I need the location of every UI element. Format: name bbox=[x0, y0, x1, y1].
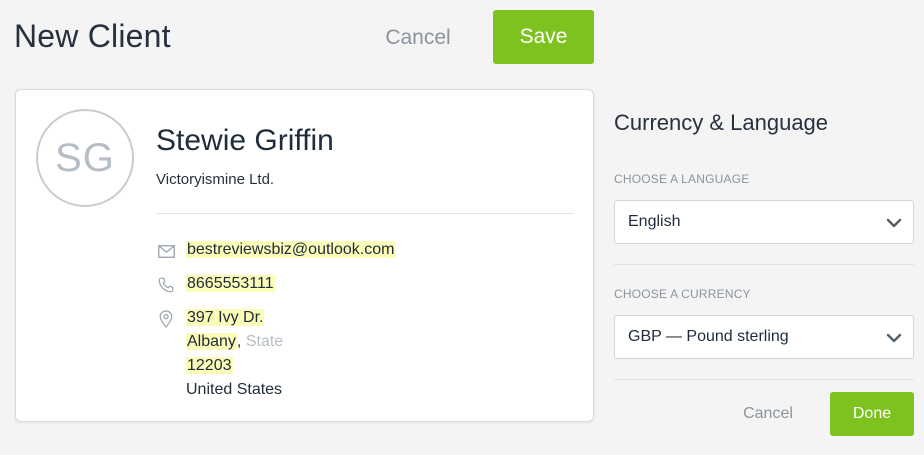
currency-select[interactable]: GBP — Pound sterling bbox=[614, 315, 914, 359]
address-city: Albany bbox=[186, 333, 237, 350]
client-name[interactable]: Stewie Griffin bbox=[156, 124, 334, 158]
save-button[interactable]: Save bbox=[493, 10, 594, 64]
language-label: CHOOSE A LANGUAGE bbox=[614, 172, 750, 186]
client-company[interactable]: Victoryismine Ltd. bbox=[156, 171, 274, 188]
currency-label: CHOOSE A CURRENCY bbox=[614, 287, 751, 301]
chevron-down-icon bbox=[885, 329, 903, 347]
phone-line[interactable]: 8665553111 bbox=[186, 273, 275, 295]
language-value: English bbox=[628, 213, 681, 230]
phone-value: 8665553111 bbox=[186, 275, 275, 292]
address-zip: 12203 bbox=[186, 357, 233, 374]
address-city-line[interactable]: Albany, State bbox=[186, 331, 283, 353]
envelope-icon bbox=[157, 242, 175, 260]
currency-language-title: Currency & Language bbox=[614, 110, 829, 135]
side-cancel-button[interactable]: Cancel bbox=[730, 395, 806, 433]
side-divider bbox=[614, 264, 914, 265]
card-divider bbox=[156, 213, 574, 214]
address-country[interactable]: United States bbox=[186, 379, 282, 401]
page-title: New Client bbox=[14, 18, 171, 54]
map-pin-icon bbox=[157, 310, 175, 328]
client-card: SG Stewie Griffin Victoryismine Ltd. bes… bbox=[15, 89, 594, 422]
email-line[interactable]: bestreviewsbiz@outlook.com bbox=[186, 239, 396, 261]
address-street: 397 Ivy Dr. bbox=[186, 309, 265, 326]
address-separator: , bbox=[236, 333, 242, 350]
email-value: bestreviewsbiz@outlook.com bbox=[186, 241, 396, 258]
address-street-line[interactable]: 397 Ivy Dr. bbox=[186, 307, 265, 329]
language-select[interactable]: English bbox=[614, 200, 914, 244]
side-divider bbox=[614, 379, 914, 380]
address-state-placeholder: State bbox=[245, 333, 284, 350]
cancel-button[interactable]: Cancel bbox=[360, 14, 476, 62]
chevron-down-icon bbox=[885, 214, 903, 232]
phone-icon bbox=[157, 276, 175, 294]
currency-value: GBP — Pound sterling bbox=[628, 328, 789, 345]
address-zip-line[interactable]: 12203 bbox=[186, 355, 233, 377]
avatar: SG bbox=[36, 109, 134, 207]
done-button[interactable]: Done bbox=[830, 392, 914, 436]
